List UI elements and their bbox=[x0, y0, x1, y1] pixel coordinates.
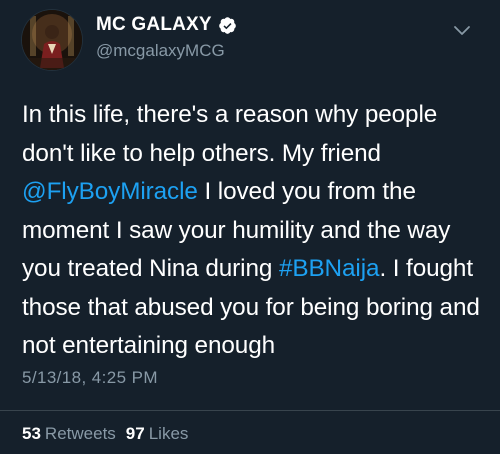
display-name[interactable]: MC GALAXY bbox=[96, 14, 212, 36]
retweets-stat[interactable]: 53 Retweets bbox=[22, 424, 116, 444]
chevron-down-icon[interactable] bbox=[452, 24, 472, 38]
timestamp[interactable]: 5/13/18, 4:25 PM bbox=[22, 368, 158, 388]
retweets-count: 53 bbox=[22, 424, 41, 443]
tweet-detail: MC GALAXY @mcgalaxyMCG In this life, the… bbox=[0, 0, 500, 454]
avatar-image bbox=[22, 10, 82, 70]
hashtag-link[interactable]: #BBNaija bbox=[279, 255, 380, 282]
likes-stat[interactable]: 97 Likes bbox=[126, 424, 189, 444]
engagement-stats: 53 Retweets 97 Likes bbox=[22, 424, 188, 444]
likes-label: Likes bbox=[148, 424, 189, 443]
divider bbox=[0, 410, 500, 411]
avatar[interactable] bbox=[22, 10, 82, 70]
tweet-text: In this life, there's a reason why peopl… bbox=[22, 96, 492, 366]
verified-badge-icon bbox=[218, 16, 237, 35]
retweets-label: Retweets bbox=[44, 424, 116, 443]
handle[interactable]: @mcgalaxyMCG bbox=[96, 41, 237, 61]
tweet-header: MC GALAXY @mcgalaxyMCG bbox=[96, 12, 237, 61]
name-row: MC GALAXY bbox=[96, 12, 237, 38]
likes-count: 97 bbox=[125, 424, 145, 443]
mention-link[interactable]: @FlyBoyMiracle bbox=[22, 178, 198, 205]
tweet-text-segment: In this life, there's a reason why peopl… bbox=[22, 101, 438, 167]
